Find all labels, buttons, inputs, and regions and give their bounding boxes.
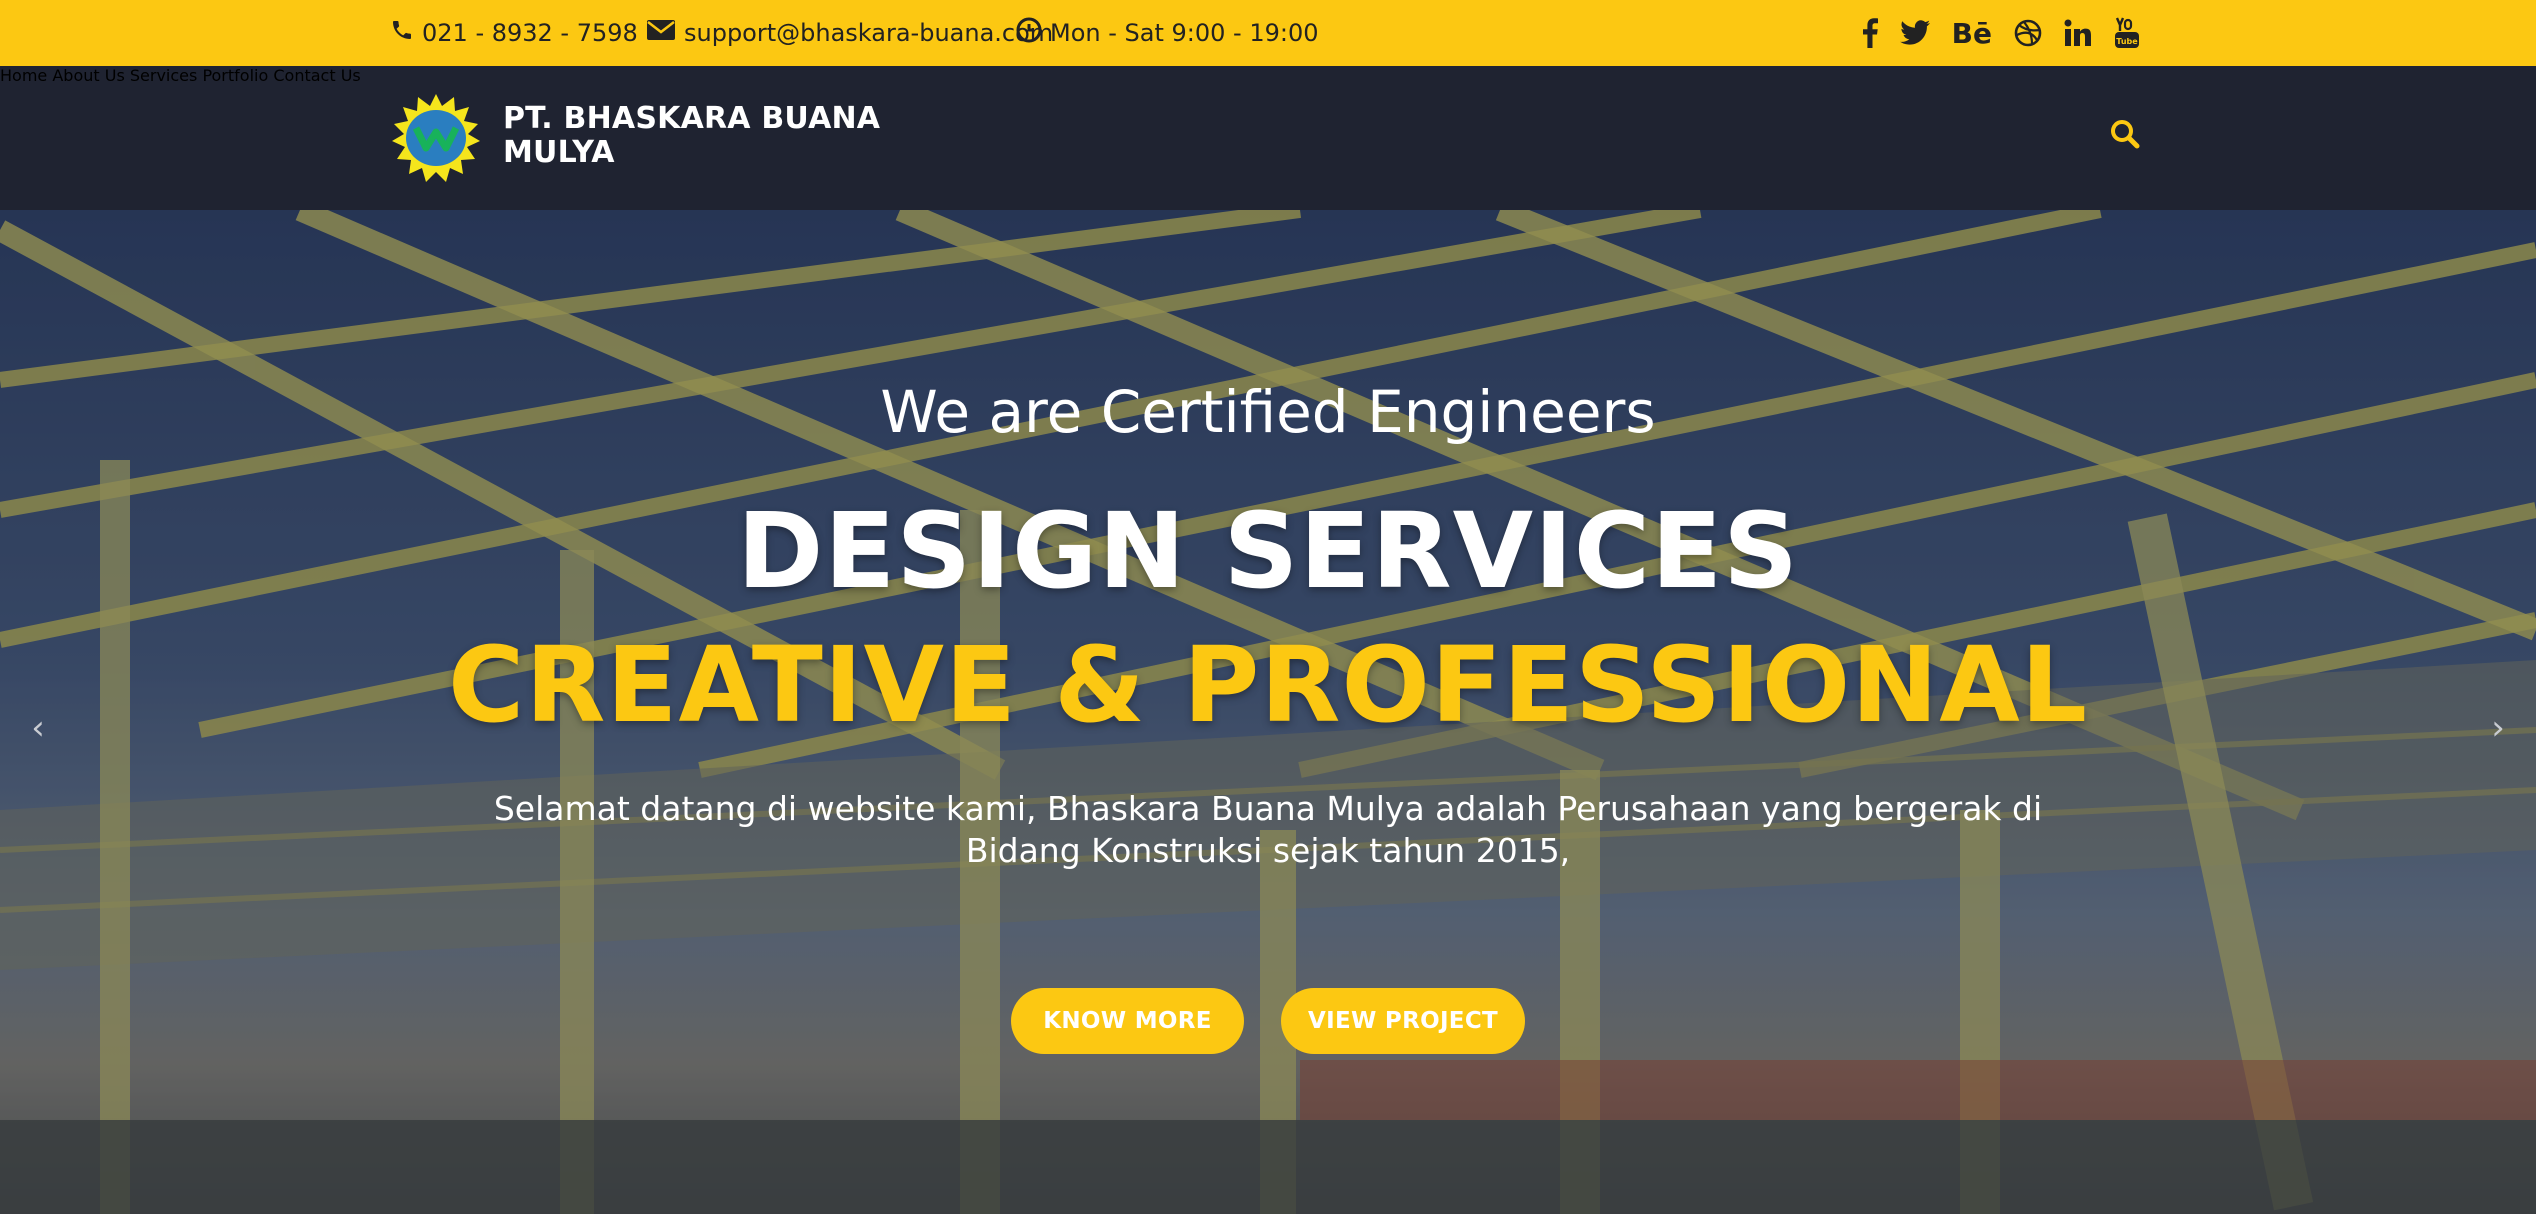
dribbble-icon[interactable] xyxy=(2014,19,2042,47)
email-contact[interactable]: support@bhaskara-buana.com xyxy=(646,0,1053,66)
view-project-button[interactable]: VIEW PROJECT xyxy=(1281,988,1525,1054)
nav-contact-us[interactable]: Contact Us xyxy=(273,66,360,85)
facebook-icon[interactable] xyxy=(1862,18,1878,48)
hero-lead-text: Selamat datang di website kami, Bhaskara… xyxy=(493,789,2043,870)
envelope-icon xyxy=(646,18,684,48)
phone-contact[interactable]: 021 - 8932 - 7598 xyxy=(390,0,638,66)
main-navbar: PT. BHASKARA BUANA MULYA Home About Us S… xyxy=(0,66,2536,210)
phone-icon xyxy=(390,18,422,48)
nav-home[interactable]: Home xyxy=(0,66,47,85)
hours-text: Mon - Sat 9:00 - 19:00 xyxy=(1050,19,1319,47)
behance-icon[interactable]: Bē xyxy=(1952,17,1992,50)
email-address: support@bhaskara-buana.com xyxy=(684,19,1054,47)
hero-headline: DESIGN SERVICES xyxy=(736,490,1800,612)
hero-subheadline: CREATIVE & PROFESSIONAL xyxy=(448,624,2088,746)
svg-text:Tube: Tube xyxy=(2116,37,2138,46)
hero-slider: ‹ › We are Certified Engineers DESIGN SE… xyxy=(0,210,2536,1214)
youtube-icon[interactable]: Tube xyxy=(2114,17,2140,49)
nav-services[interactable]: Services xyxy=(130,66,197,85)
nav-portfolio[interactable]: Portfolio xyxy=(202,66,268,85)
know-more-button[interactable]: KNOW MORE xyxy=(1011,988,1244,1054)
nav-about-us[interactable]: About Us xyxy=(52,66,124,85)
company-logo[interactable] xyxy=(392,94,480,182)
linkedin-icon[interactable] xyxy=(2064,19,2092,47)
top-bar: 021 - 8932 - 7598 support@bhaskara-buana… xyxy=(0,0,2536,66)
social-links: Bē Tube xyxy=(1862,0,2140,66)
phone-number: 021 - 8932 - 7598 xyxy=(422,19,638,47)
hero-eyebrow: We are Certified Engineers xyxy=(880,378,1656,446)
company-name[interactable]: PT. BHASKARA BUANA MULYA xyxy=(503,102,923,170)
business-hours: Mon - Sat 9:00 - 19:00 xyxy=(1016,0,1318,66)
clock-icon xyxy=(1016,17,1050,49)
twitter-icon[interactable] xyxy=(1899,20,1930,46)
search-icon[interactable] xyxy=(2110,119,2140,153)
